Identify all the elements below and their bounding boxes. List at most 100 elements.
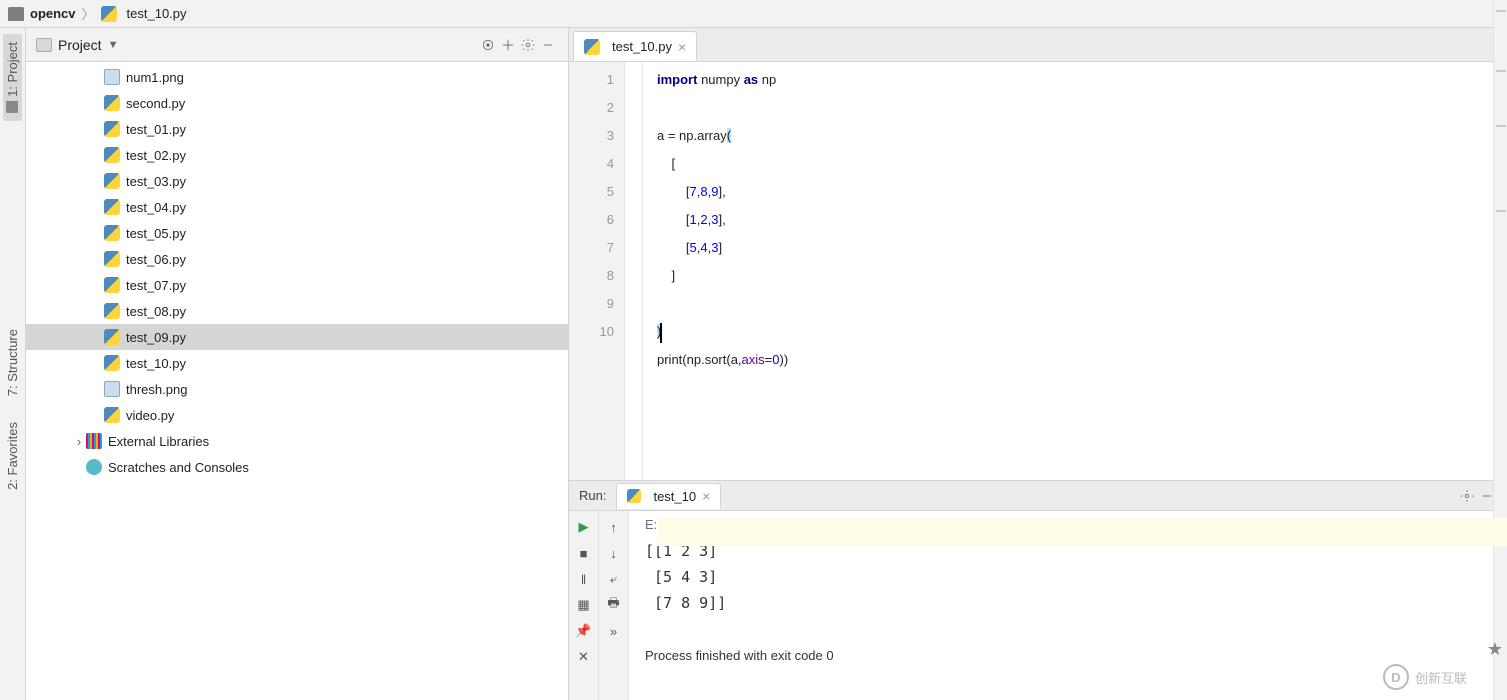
line-gutter: 12345678910 bbox=[569, 62, 625, 480]
tree-file-label: test_01.py bbox=[126, 122, 186, 137]
tree-file-video-py[interactable]: video.py bbox=[26, 402, 568, 428]
project-dropdown-icon[interactable]: ▼ bbox=[108, 39, 119, 51]
project-panel: Project ▼ num1.png second.py test_01.pytes… bbox=[26, 28, 569, 700]
chevron-right-icon: › bbox=[72, 434, 86, 449]
tree-file-second-py[interactable]: second.py bbox=[26, 90, 568, 116]
py-file-icon bbox=[104, 225, 120, 241]
rail-favorites[interactable]: 2: Favorites bbox=[3, 414, 22, 498]
code-line-10[interactable]: print(np.sort(a,axis=0)) bbox=[657, 346, 1507, 374]
code-line-9[interactable]: ) bbox=[657, 318, 1507, 346]
py-file-icon bbox=[104, 251, 120, 267]
breadcrumb-sep: 〉 bbox=[82, 4, 95, 23]
run-stop-icon[interactable]: ■ bbox=[576, 545, 592, 561]
run-play-icon[interactable]: ▶ bbox=[576, 519, 592, 535]
chevron-blank bbox=[72, 460, 86, 475]
code-line-5[interactable]: [7,8,9], bbox=[657, 178, 1507, 206]
code-line-6[interactable]: [1,2,3], bbox=[657, 206, 1507, 234]
tree-file-label: test_06.py bbox=[126, 252, 186, 267]
tree-file-test_06-py[interactable]: test_06.py bbox=[26, 246, 568, 272]
rail-favorites-label: 2: Favorites bbox=[5, 422, 20, 490]
run-pause-icon[interactable]: ‖ bbox=[576, 571, 592, 587]
py-file-icon bbox=[104, 199, 120, 215]
tree-file-label: test_08.py bbox=[126, 304, 186, 319]
close-icon[interactable]: × bbox=[702, 489, 710, 503]
tree-file-test_09-py[interactable]: test_09.py bbox=[26, 324, 568, 350]
png-file-icon bbox=[104, 381, 120, 397]
code-line-7[interactable]: [5,4,3] bbox=[657, 234, 1507, 262]
editor-tab-label: test_10.py bbox=[612, 39, 672, 54]
tree-label: Scratches and Consoles bbox=[108, 460, 249, 475]
code-line-8[interactable]: ] bbox=[657, 262, 1507, 290]
tree-file-num1-png[interactable]: num1.png bbox=[26, 64, 568, 90]
project-expand-icon[interactable] bbox=[498, 35, 518, 55]
tree-file-label: test_05.py bbox=[126, 226, 186, 241]
py-file-icon bbox=[104, 329, 120, 345]
py-file-icon bbox=[104, 147, 120, 163]
tree-file-test_07-py[interactable]: test_07.py bbox=[26, 272, 568, 298]
run-pin-icon[interactable]: 📌 bbox=[576, 623, 592, 639]
code-line-1[interactable]: import numpy as np bbox=[657, 66, 1507, 94]
project-rail-icon bbox=[7, 101, 19, 113]
rail-structure-label: 7: Structure bbox=[5, 329, 20, 396]
project-settings-icon[interactable] bbox=[518, 35, 538, 55]
python-file-icon bbox=[101, 6, 117, 22]
py-file-icon bbox=[104, 303, 120, 319]
fold-strip bbox=[625, 62, 643, 480]
run-tab[interactable]: test_10 × bbox=[616, 483, 721, 509]
project-locate-icon[interactable] bbox=[478, 35, 498, 55]
project-tree[interactable]: num1.png second.py test_01.py test_02.pytes… bbox=[26, 62, 568, 700]
py-file-icon bbox=[104, 121, 120, 137]
rail-project[interactable]: 1: Project bbox=[3, 34, 22, 121]
tree-file-test_08-py[interactable]: test_08.py bbox=[26, 298, 568, 324]
tree-file-test_04-py[interactable]: test_04.py bbox=[26, 194, 568, 220]
tree-file-label: num1.png bbox=[126, 70, 184, 85]
editor-tabs: test_10.py × bbox=[569, 28, 1507, 62]
project-view-icon bbox=[36, 38, 52, 52]
tree-file-test_03-py[interactable]: test_03.py bbox=[26, 168, 568, 194]
tree-external-libraries[interactable]: › External Libraries bbox=[26, 428, 568, 454]
tree-file-label: second.py bbox=[126, 96, 185, 111]
tree-file-label: test_02.py bbox=[126, 148, 186, 163]
tree-file-test_01-py[interactable]: test_01.py bbox=[26, 116, 568, 142]
tree-scratches[interactable]: Scratches and Consoles bbox=[26, 454, 568, 480]
python-file-icon bbox=[584, 39, 600, 55]
tree-file-test_10-py[interactable]: test_10.py bbox=[26, 350, 568, 376]
tree-file-label: video.py bbox=[126, 408, 174, 423]
code-content[interactable]: import numpy as np a = np.array( [ [7,8,… bbox=[643, 62, 1507, 480]
code-line-3[interactable]: a = np.array( bbox=[657, 122, 1507, 150]
folder-icon bbox=[8, 7, 24, 21]
py-file-icon bbox=[104, 95, 120, 111]
tree-file-test_02-py[interactable]: test_02.py bbox=[26, 142, 568, 168]
python-file-icon bbox=[627, 489, 641, 503]
favorite-star-icon[interactable]: ★ bbox=[1487, 639, 1503, 660]
code-line-4[interactable]: [ bbox=[657, 150, 1507, 178]
editor-area: test_10.py × 12345678910 import numpy as… bbox=[569, 28, 1507, 700]
breadcrumb-file[interactable]: test_10.py bbox=[101, 6, 187, 22]
close-icon[interactable]: × bbox=[678, 40, 686, 54]
tree-file-label: test_09.py bbox=[126, 330, 186, 345]
code-line-2[interactable] bbox=[657, 94, 1507, 122]
py-file-icon bbox=[104, 407, 120, 423]
tree-label: External Libraries bbox=[108, 434, 209, 449]
run-close-icon[interactable]: ✕ bbox=[576, 649, 592, 665]
run-more-icon[interactable]: » bbox=[606, 623, 622, 639]
tree-file-label: test_10.py bbox=[126, 356, 186, 371]
run-print-icon[interactable]: 🖶 bbox=[606, 597, 622, 613]
run-wrap-icon[interactable]: ⤶ bbox=[606, 571, 622, 587]
breadcrumb-folder[interactable]: opencv bbox=[8, 6, 76, 21]
tree-file-test_05-py[interactable]: test_05.py bbox=[26, 220, 568, 246]
tree-file-label: thresh.png bbox=[126, 382, 187, 397]
run-up-icon[interactable]: ↑ bbox=[606, 519, 622, 535]
tree-file-thresh-png[interactable]: thresh.png bbox=[26, 376, 568, 402]
tree-file-label: test_07.py bbox=[126, 278, 186, 293]
run-settings-icon[interactable] bbox=[1457, 486, 1477, 506]
tree-file-label: test_04.py bbox=[126, 200, 186, 215]
run-down-icon[interactable]: ↓ bbox=[606, 545, 622, 561]
project-hide-icon[interactable] bbox=[538, 35, 558, 55]
rail-structure[interactable]: 7: Structure bbox=[3, 321, 22, 404]
project-title[interactable]: Project bbox=[58, 37, 102, 53]
run-layout-icon[interactable]: ▦ bbox=[576, 597, 592, 613]
png-file-icon bbox=[104, 69, 120, 85]
editor-tab-test10[interactable]: test_10.py × bbox=[573, 31, 697, 61]
code-editor[interactable]: 12345678910 import numpy as np a = np.ar… bbox=[569, 62, 1507, 480]
